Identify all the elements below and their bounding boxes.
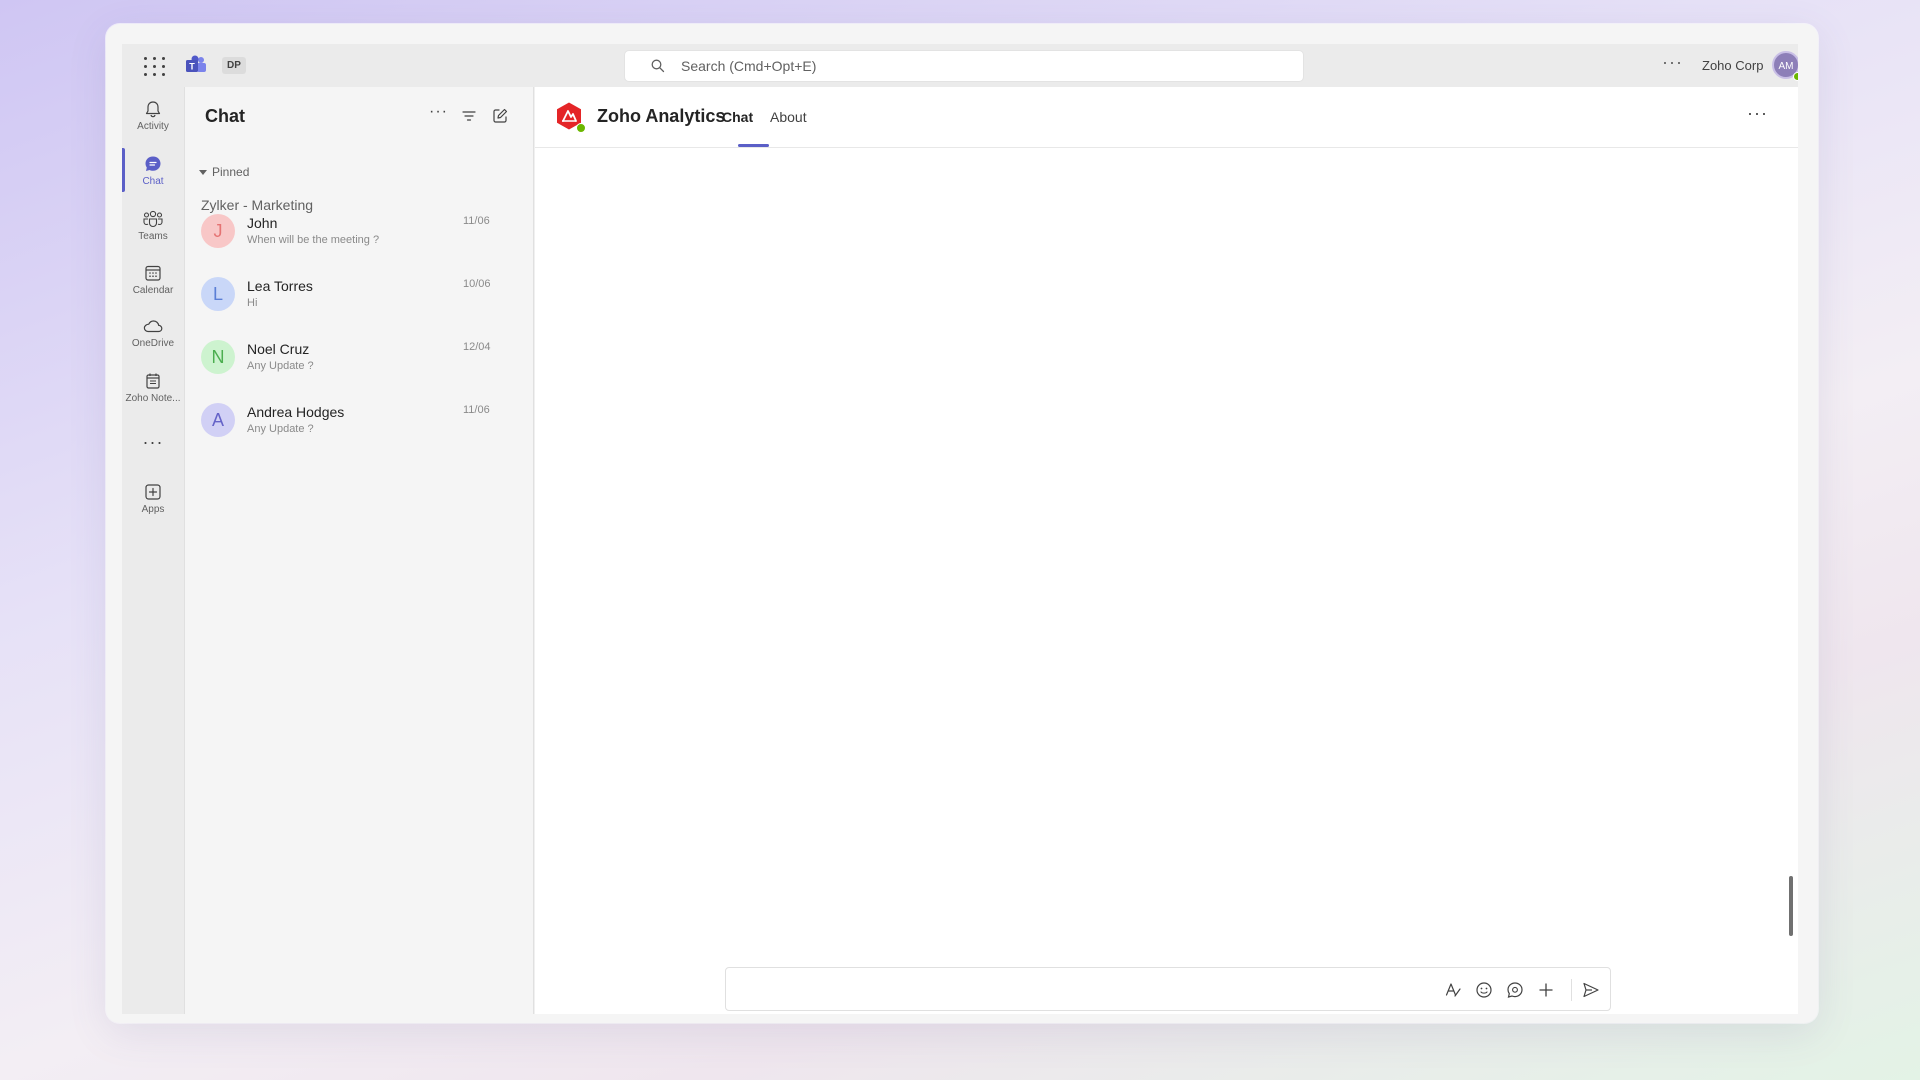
chat-preview: Any Update ?	[247, 360, 314, 372]
conversation-header: Zoho Analytics Chat About ···	[535, 87, 1798, 148]
scrollbar-thumb[interactable]	[1789, 876, 1793, 936]
chat-list-item[interactable]: N Noel Cruz Any Update ? 12/04	[185, 330, 535, 392]
format-icon[interactable]	[1443, 980, 1463, 1000]
tab-about[interactable]: About	[770, 109, 807, 125]
chat-icon	[145, 156, 161, 171]
avatar: L	[201, 277, 235, 311]
avatar: J	[201, 214, 235, 248]
conversation-title: Zoho Analytics	[597, 106, 726, 126]
notebook-icon	[146, 373, 160, 389]
search-icon	[651, 59, 665, 73]
rail-label: Teams	[138, 231, 168, 242]
org-name[interactable]: Zoho Corp	[1702, 58, 1763, 73]
loop-compose-icon[interactable]	[1505, 980, 1525, 1000]
search-placeholder: Search (Cmd+Opt+E)	[681, 58, 817, 74]
chat-date: 11/06	[463, 215, 490, 227]
message-input[interactable]	[738, 978, 1298, 1000]
app-launcher-icon[interactable]	[142, 55, 165, 77]
chevron-down-icon	[199, 169, 207, 175]
plus-icon[interactable]	[1536, 980, 1556, 1000]
search-box[interactable]: Search (Cmd+Opt+E)	[624, 50, 1304, 82]
chat-list-item[interactable]: A Andrea Hodges Any Update ? 11/06	[185, 393, 535, 455]
chat-date: 12/04	[463, 341, 491, 353]
filter-icon[interactable]	[460, 107, 478, 125]
rail-label: Zoho Note...	[125, 393, 181, 404]
chat-list-title: Chat	[205, 106, 245, 126]
more-apps-icon[interactable]: ···	[122, 432, 184, 453]
tab-chat[interactable]: Chat	[722, 109, 753, 125]
chat-list-item[interactable]: J John When will be the meeting ? 11/06	[185, 204, 535, 266]
rail-item-onedrive[interactable]: OneDrive	[122, 308, 184, 358]
send-icon[interactable]	[1581, 980, 1601, 1000]
chat-preview: When will be the meeting ?	[247, 234, 380, 246]
compose-box[interactable]	[725, 967, 1611, 1011]
rail-item-zoho-notebook[interactable]: Zoho Note...	[122, 363, 184, 413]
bell-icon	[145, 101, 161, 118]
divider	[1571, 979, 1572, 1001]
chat-list-pane: Chat ··· Pinned Zylker - Marketing J John…	[184, 87, 534, 1014]
rail-item-teams[interactable]: Teams	[122, 201, 184, 251]
chat-name: Lea Torres	[247, 278, 313, 294]
chat-date: 11/06	[463, 404, 490, 416]
top-bar: T DP Search (Cmd+Opt+E) ··· Zoho Corp AM	[122, 44, 1798, 87]
chat-name: Noel Cruz	[247, 341, 310, 357]
chat-preview: Hi	[247, 297, 258, 309]
active-tab-indicator	[738, 144, 769, 147]
rail-item-calendar[interactable]: Calendar	[122, 255, 184, 305]
org-badge[interactable]: DP	[222, 57, 246, 74]
svg-text:T: T	[189, 62, 195, 72]
more-options-icon[interactable]: ···	[429, 103, 447, 121]
teams-client: T DP Search (Cmd+Opt+E) ··· Zoho Corp AM	[122, 44, 1798, 1014]
more-options-icon[interactable]: ···	[1662, 52, 1683, 73]
rail-label: Chat	[142, 176, 164, 187]
presence-available-icon	[1793, 72, 1798, 81]
rail-label: OneDrive	[131, 338, 175, 349]
rail-label: Activity	[137, 121, 169, 132]
cloud-icon	[143, 320, 163, 333]
emoji-icon[interactable]	[1474, 980, 1494, 1000]
presence-available-icon	[576, 123, 586, 133]
avatar: A	[201, 403, 235, 437]
rail-item-apps[interactable]: Apps	[122, 474, 184, 524]
chat-name: Andrea Hodges	[247, 404, 345, 420]
chat-date: 10/06	[463, 278, 491, 290]
rail-label: Apps	[141, 504, 165, 515]
calendar-icon	[145, 265, 161, 281]
pinned-section-toggle[interactable]: Pinned	[199, 165, 249, 179]
chat-list-item[interactable]: L Lea Torres Hi 10/06	[185, 267, 535, 329]
conversation-pane: Zoho Analytics Chat About ···	[535, 87, 1798, 1014]
app-window: T DP Search (Cmd+Opt+E) ··· Zoho Corp AM	[106, 24, 1818, 1023]
chat-name: John	[247, 215, 278, 231]
teams-logo-icon: T	[186, 55, 206, 72]
avatar: N	[201, 340, 235, 374]
rail-item-activity[interactable]: Activity	[122, 91, 184, 141]
rail-label: Calendar	[132, 285, 174, 296]
new-chat-icon[interactable]	[491, 107, 509, 125]
app-bar: Activity Chat Teams Calendar OneDrive Zo…	[122, 87, 184, 1014]
more-options-icon[interactable]: ···	[1747, 103, 1768, 124]
rail-item-chat[interactable]: Chat	[122, 146, 184, 196]
teams-icon	[143, 210, 163, 228]
chat-preview: Any Update ?	[247, 423, 314, 435]
add-apps-icon	[145, 484, 161, 500]
pinned-label: Pinned	[212, 165, 250, 179]
